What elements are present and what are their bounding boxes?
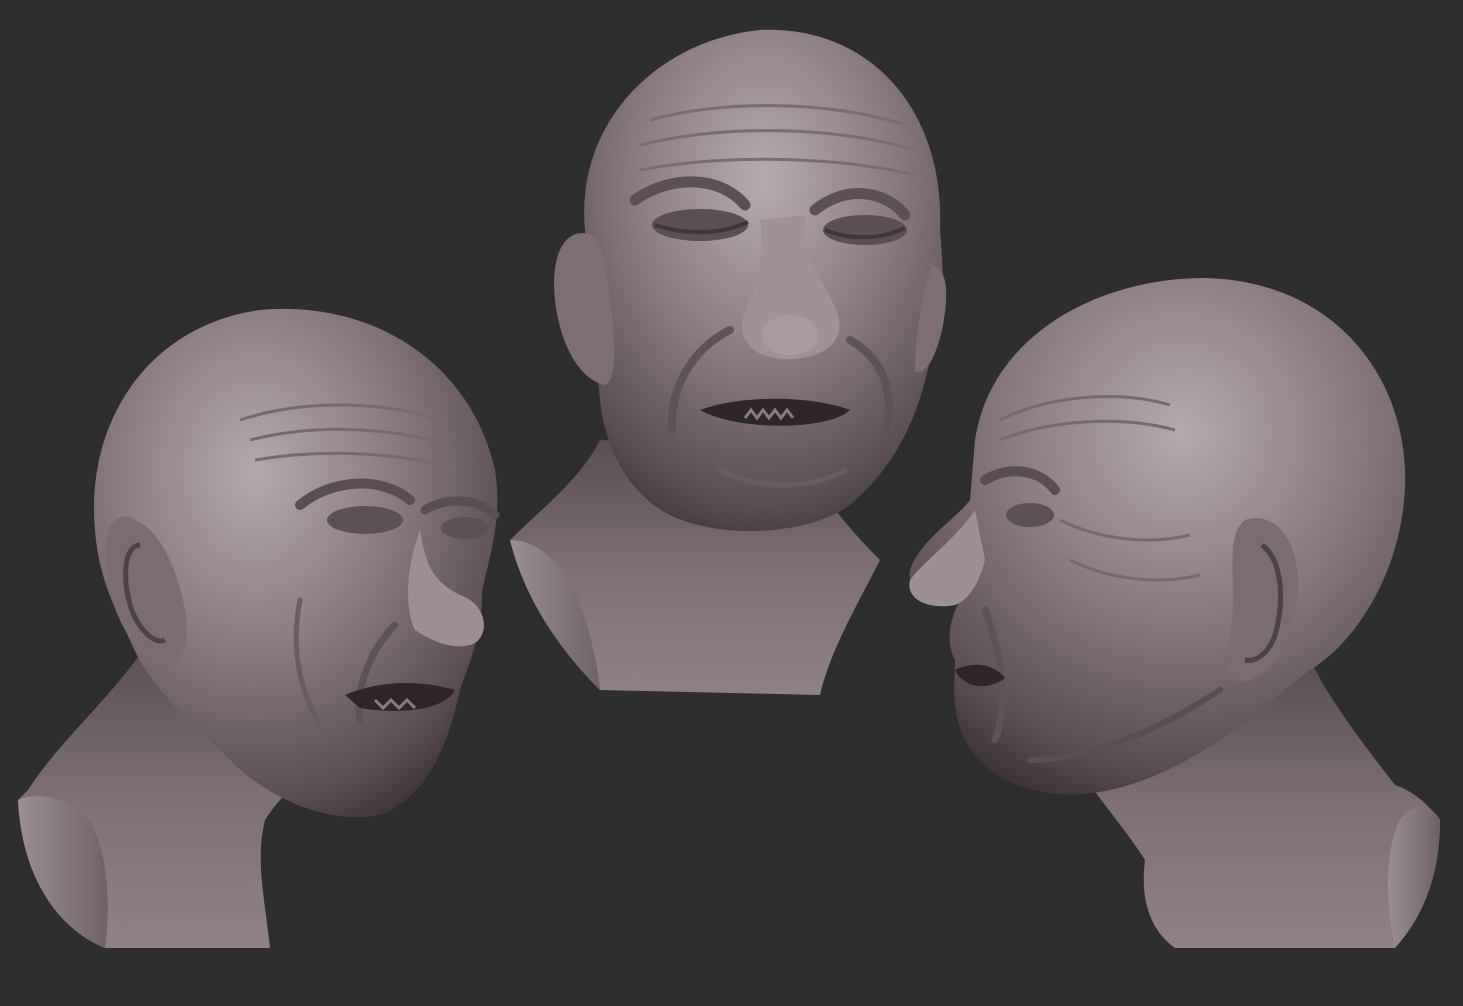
sculpt-viewport — [0, 0, 1463, 1006]
render-canvas — [18, 29, 1440, 948]
bust-three-quarter-left — [18, 308, 500, 948]
bust-front — [510, 29, 947, 695]
bust-profile-left — [909, 278, 1440, 948]
